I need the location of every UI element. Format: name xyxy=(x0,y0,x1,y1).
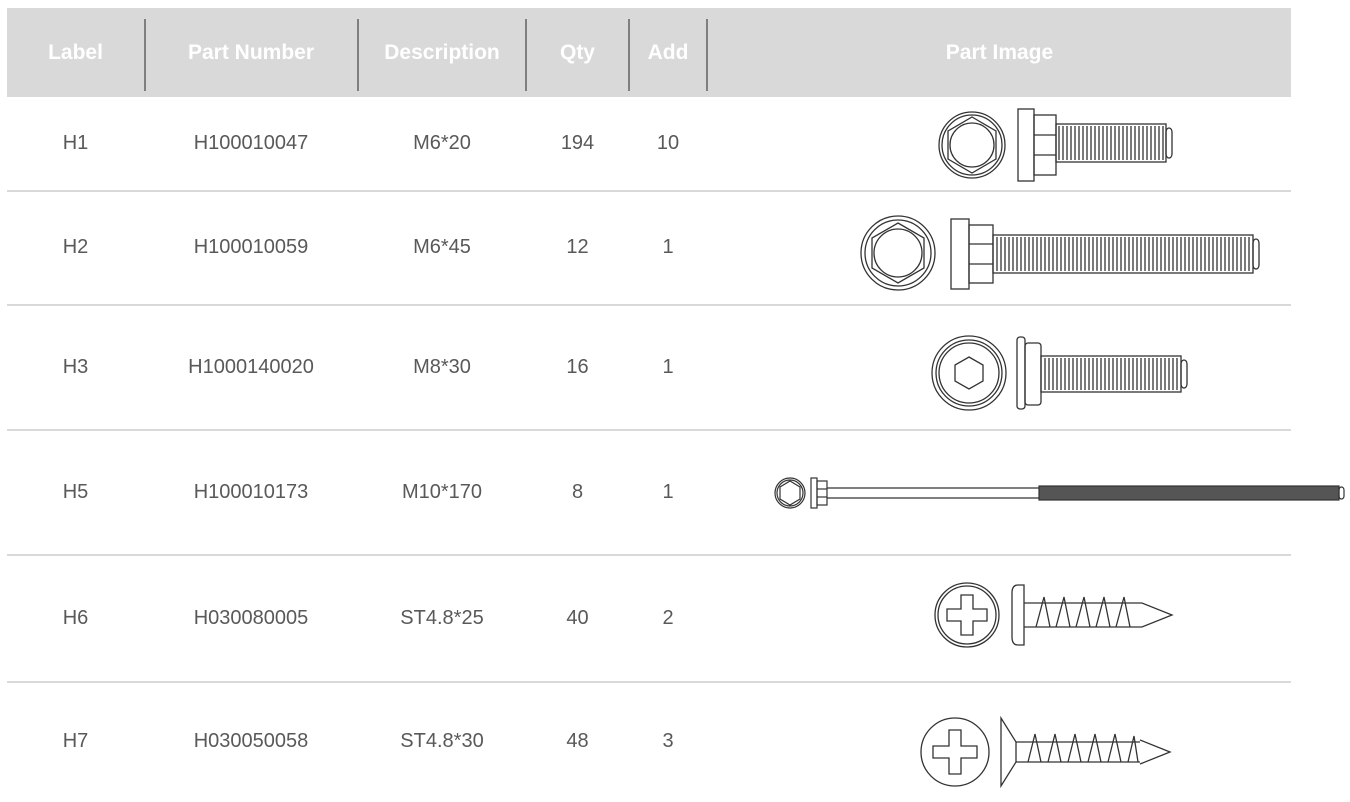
cell-add: 2 xyxy=(662,606,674,629)
phillips-countersunk-screw-icon xyxy=(918,712,1178,792)
column-header-description: Description xyxy=(384,40,500,64)
cell-description: ST4.8*25 xyxy=(400,606,484,629)
cell-description: ST4.8*30 xyxy=(400,729,484,752)
cell-label: H6 xyxy=(62,606,89,629)
cell-qty: 48 xyxy=(566,729,589,752)
table-row: H5 H100010173 M10*170 8 1 xyxy=(0,430,1350,554)
column-header-part-image: Part Image xyxy=(945,40,1054,64)
table-row: H6 H030080005 ST4.8*25 40 2 xyxy=(0,555,1350,681)
cell-add: 1 xyxy=(662,355,674,378)
cell-description: M6*45 xyxy=(413,236,471,258)
cell-qty: 12 xyxy=(566,236,589,258)
cell-qty: 40 xyxy=(566,606,589,629)
cell-qty: 16 xyxy=(566,355,589,378)
cell-part-number: H100010059 xyxy=(193,236,309,258)
cell-label: H5 xyxy=(62,480,89,503)
column-header-part-number: Part Number xyxy=(187,40,315,64)
cell-qty: 194 xyxy=(560,132,595,154)
cell-add: 1 xyxy=(662,236,674,258)
phillips-pan-screw-icon xyxy=(932,573,1182,653)
column-header-add: Add xyxy=(647,40,689,64)
cell-label: H1 xyxy=(62,132,89,154)
hex-flange-bolt-long-icon xyxy=(860,213,1260,293)
cell-part-number: H1000140020 xyxy=(188,355,314,378)
cell-part-number: H030050058 xyxy=(193,729,309,752)
cell-add: 10 xyxy=(656,132,680,154)
table-row: H3 H1000140020 M8*30 16 1 xyxy=(0,305,1350,429)
cell-part-number: H030080005 xyxy=(193,606,309,629)
table-row: H1 H100010047 M6*20 194 10 xyxy=(0,97,1350,190)
long-hex-bolt-icon xyxy=(774,475,1346,511)
cell-label: H7 xyxy=(62,729,89,752)
column-header-qty: Qty xyxy=(559,40,595,64)
cell-description: M10*170 xyxy=(401,480,483,503)
table-row: H2 H100010059 M6*45 12 1 xyxy=(0,191,1350,304)
cell-description: M8*30 xyxy=(413,355,471,378)
socket-head-bolt-icon xyxy=(930,333,1200,413)
cell-label: H2 xyxy=(62,236,89,258)
column-header-label: Label xyxy=(48,40,103,64)
hex-flange-bolt-icon xyxy=(938,107,1198,187)
cell-part-number: H100010173 xyxy=(193,480,309,503)
cell-add: 1 xyxy=(662,480,674,503)
cell-description: M6*20 xyxy=(413,132,471,154)
table-row: H7 H030050058 ST4.8*30 48 3 xyxy=(0,682,1350,800)
cell-part-number: H100010047 xyxy=(193,132,309,154)
parts-table: Label Part Number Description Qty Add Pa… xyxy=(0,0,1350,802)
cell-label: H3 xyxy=(62,355,89,378)
cell-qty: 8 xyxy=(571,480,584,503)
cell-add: 3 xyxy=(662,729,674,752)
table-header: Label Part Number Description Qty Add Pa… xyxy=(7,8,1291,97)
